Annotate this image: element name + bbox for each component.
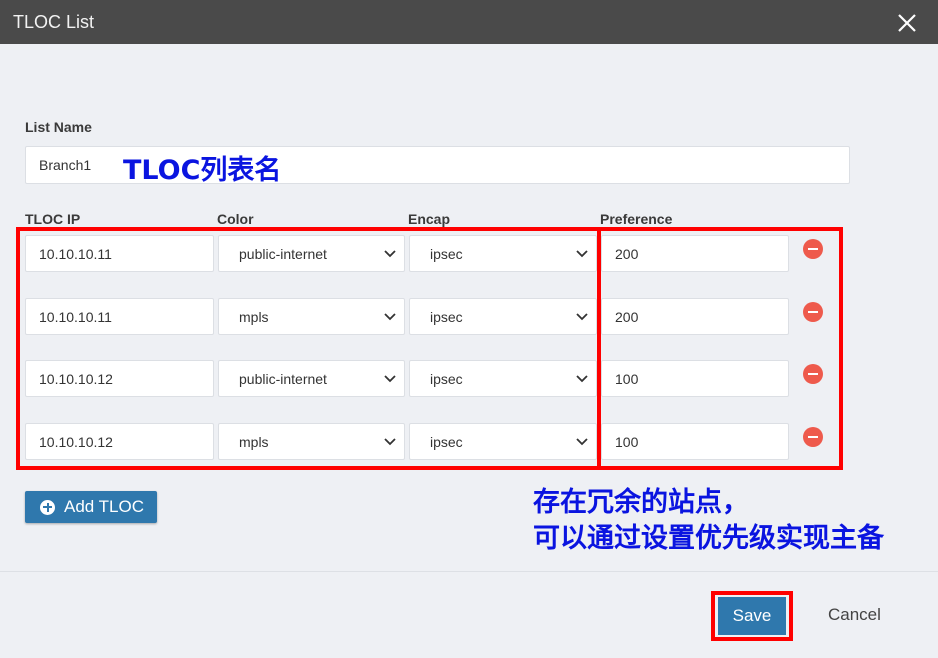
list-name-label: List Name <box>25 119 92 135</box>
column-header-encap: Encap <box>408 211 451 227</box>
close-icon[interactable] <box>894 10 920 36</box>
plus-circle-icon <box>40 499 55 515</box>
annotation-redundancy-line2: 可以通过设置优先级实现主备 <box>533 523 884 554</box>
cancel-button[interactable]: Cancel <box>828 605 881 625</box>
footer-divider <box>0 571 938 572</box>
column-header-color: Color <box>217 211 254 227</box>
highlight-box-preference <box>597 227 843 470</box>
annotation-redundancy-line1: 存在冗余的站点， <box>533 487 749 518</box>
save-label: Save <box>732 606 772 625</box>
column-header-tloc-ip: TLOC IP <box>25 211 81 227</box>
list-name-value: Branch1 <box>39 157 92 173</box>
dialog-title: TLOC List <box>13 12 95 32</box>
save-button[interactable]: Save <box>718 597 786 635</box>
add-tloc-label: Add TLOC <box>64 497 145 516</box>
highlight-box-tloc-entries <box>16 227 601 470</box>
annotation-list-name: TLOC列表名 <box>123 155 282 186</box>
add-tloc-button[interactable]: Add TLOC <box>25 491 157 523</box>
column-header-preference: Preference <box>600 211 673 227</box>
dialog-titlebar: TLOC List <box>0 0 938 44</box>
